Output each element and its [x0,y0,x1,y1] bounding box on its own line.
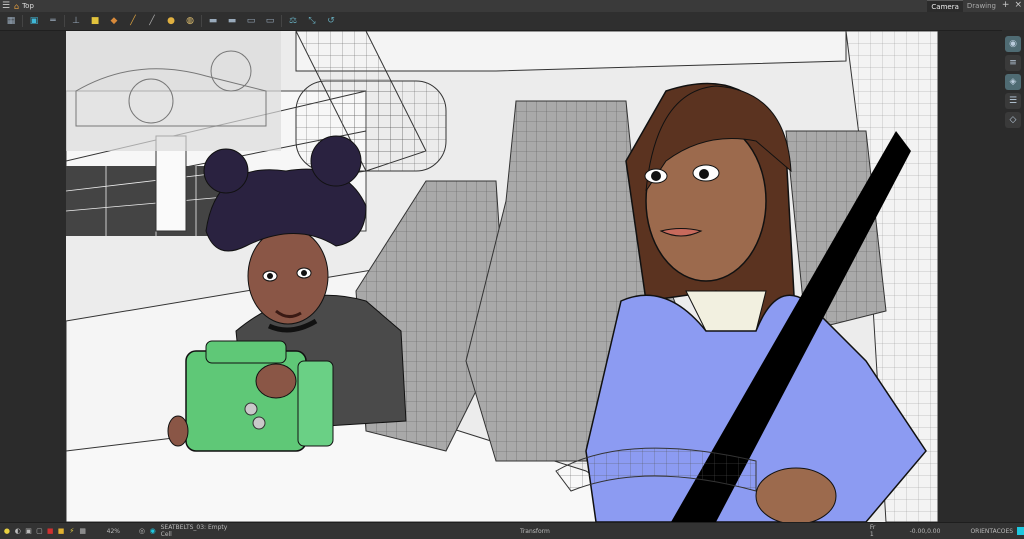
safe-area-icon[interactable]: ▢ [35,527,43,536]
grid-toggle-icon[interactable]: ▦ [79,527,87,536]
title-bar: ☰ ⌂ Top [0,0,1024,12]
toolbar: ▦ ▣ ═ ⊥ ■ ◆ ╱ ╱ ● ◍ ▬ ▬ ▭ ▭ ⚖ ⤡ ↺ [0,12,1024,31]
shape-icon[interactable]: ◍ [182,14,198,28]
toolbar-separator [201,15,202,27]
align-icon[interactable]: ▭ [243,14,259,28]
object-icon[interactable]: ◇ [1005,112,1021,128]
zoom-level[interactable]: 42% [107,528,120,535]
view-tabs: Camera Drawing [927,0,1000,12]
scale-icon[interactable]: ▭ [262,14,278,28]
add-view-icon[interactable]: + [1002,0,1010,12]
target-icon[interactable]: ◎ [138,527,146,536]
padlock-icon[interactable]: ■ [57,527,65,536]
frame-number: Fr 1 [869,524,876,538]
toolbar-separator [64,15,65,27]
bolt-icon[interactable]: ⚡ [68,527,76,536]
anvil-icon[interactable]: ⊥ [68,14,84,28]
camera-viewport[interactable] [66,31,938,522]
light-bulb-icon[interactable]: ● [3,527,11,536]
resize-icon[interactable]: ⤡ [304,14,320,28]
ruler-icon[interactable]: ═ [45,14,61,28]
flip-icon[interactable]: ▬ [224,14,240,28]
hamburger-menu-icon[interactable]: ☰ [2,0,12,12]
stamp-icon[interactable]: ◆ [106,14,122,28]
home-icon[interactable]: ⌂ [14,2,19,11]
current-tool: Transform [520,527,550,535]
close-icon[interactable]: × [1014,0,1022,12]
layer-type-icon: ◉ [149,527,156,535]
cube-icon[interactable]: ◈ [1005,74,1021,90]
pencil-icon[interactable]: ╱ [144,14,160,28]
status-bar: ● ◐ ▣ ▢ ■ ■ ⚡ ▦ 42% ◎ ◉ SEATBELTS_03: Em… [0,522,1024,539]
toolbar-separator [22,15,23,27]
orientation-color-icon[interactable] [1017,527,1024,535]
window-title: Top [22,2,34,10]
tab-camera[interactable]: Camera [927,0,963,12]
coordinates: -0.00,0.00 [909,527,941,535]
brush-icon[interactable]: ╱ [125,14,141,28]
camera-eye-icon[interactable]: ◉ [1005,36,1021,52]
onion-skin-icon[interactable]: ◐ [14,527,22,536]
right-tool-panel: ◉ ≡ ◈ ☰ ◇ [1002,30,1024,528]
grid-icon[interactable]: ▦ [3,14,19,28]
layer-stack-icon[interactable]: ≡ [1005,55,1021,71]
lock-icon[interactable]: ■ [87,14,103,28]
toolbar-separator [281,15,282,27]
current-layer: SEATBELTS_03: Empty Cell [160,524,228,538]
window-buttons: + × [1002,0,1022,12]
transform-icon[interactable]: ▬ [205,14,221,28]
balance-icon[interactable]: ⚖ [285,14,301,28]
camera-icon[interactable]: ▣ [26,14,42,28]
camera-view-icon[interactable]: ▣ [25,527,33,536]
palette-icon[interactable]: ● [163,14,179,28]
scene-artwork [66,31,938,522]
layers-icon[interactable]: ☰ [1005,93,1021,109]
orientation-label: ORIENTACOES [970,527,1014,535]
rotate-icon[interactable]: ↺ [323,14,339,28]
color-swatch-icon[interactable]: ■ [46,527,54,536]
tab-drawing[interactable]: Drawing [963,0,1000,12]
